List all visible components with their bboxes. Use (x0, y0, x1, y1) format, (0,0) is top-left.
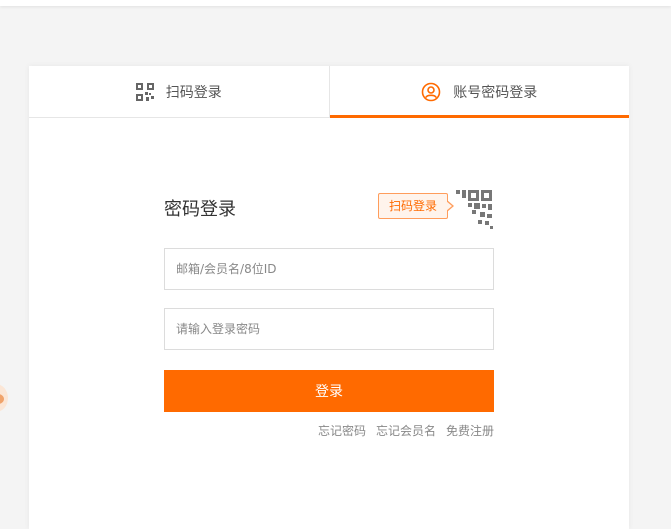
help-links: 忘记密码 忘记会员名 免费注册 (308, 422, 494, 439)
password-input[interactable] (164, 308, 494, 350)
login-tabs: 扫码登录 账号密码登录 (29, 66, 629, 118)
tab-qr-login[interactable]: 扫码登录 (29, 66, 329, 117)
form-title: 密码登录 (164, 199, 236, 220)
tab-qr-login-label: 扫码登录 (165, 84, 222, 101)
forgot-username-link[interactable]: 忘记会员名 (376, 422, 436, 439)
login-button[interactable]: 登录 (164, 370, 494, 412)
register-link[interactable]: 免费注册 (446, 422, 494, 439)
tab-account-login[interactable]: 账号密码登录 (328, 66, 630, 118)
forgot-password-link[interactable]: 忘记密码 (318, 422, 366, 439)
tab-account-login-label: 账号密码登录 (453, 84, 538, 101)
user-circle-icon (421, 82, 441, 102)
qr-login-tip[interactable]: 扫码登录 (378, 193, 455, 219)
qr-corner-icon[interactable] (454, 190, 494, 230)
qr-code-icon (135, 82, 154, 101)
account-input[interactable] (164, 248, 494, 290)
login-card: 扫码登录 账号密码登录 密码登录 扫码登录 邮箱/会员名/8位ID 登录 忘记密… (29, 66, 629, 529)
side-illustration-fragment (0, 384, 8, 412)
top-header-strip (0, 0, 671, 6)
